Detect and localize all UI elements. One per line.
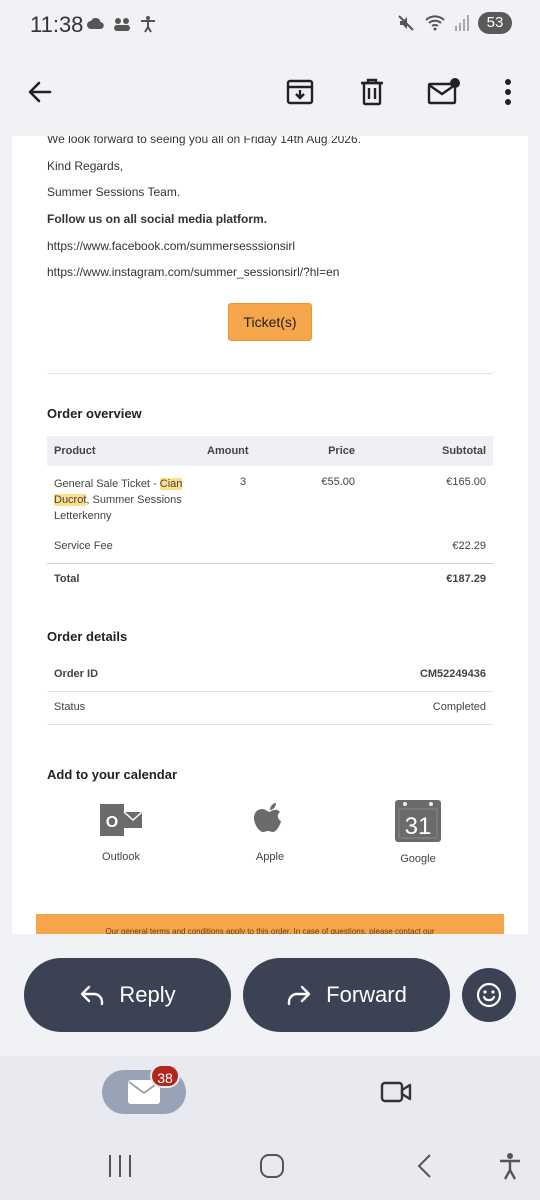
google-calendar-icon: 31 [395,800,441,842]
row-divider [47,724,493,725]
product-name-highlight: Cian [159,478,183,490]
calendar-apple[interactable]: Apple [230,800,310,863]
service-fee-label: Service Fee [54,540,113,552]
notification-icons [86,14,158,34]
team-line: Summer Sessions Team. [47,185,181,199]
meet-tab[interactable] [378,1074,414,1110]
order-table-header: Product Amount Price Subtotal [47,436,493,466]
reply-label: Reply [119,982,176,1007]
total-divider [47,563,493,564]
top-app-bar [0,50,540,136]
table-row: General Sale Ticket - Cian Ducrot, Summer… [47,474,493,530]
product-prefix: General Sale Ticket - [54,478,160,490]
reply-button[interactable]: Reply [24,958,231,1032]
back-nav-button[interactable] [404,1148,444,1184]
order-id-value: CM52249436 [419,668,486,680]
row-divider [47,691,493,692]
outlook-icon: O [100,804,143,836]
archive-button[interactable] [278,70,322,114]
mute-icon [398,15,414,31]
instagram-link[interactable]: https://www.instagram.com/summer_session… [47,265,339,279]
status-bar: 11:38 53 [0,0,540,50]
system-indicators: 53 [396,12,512,34]
order-id-label: Order ID [54,668,99,680]
bottom-navigation: 38 [0,1056,540,1130]
cloud-icon [87,17,104,30]
calendar-title: Add to your calendar [47,767,178,782]
follow-line: Follow us on all social media platform. [47,212,268,226]
table-row: Total €187.29 [47,569,493,595]
mark-unread-button[interactable] [422,70,466,114]
forward-button[interactable]: Forward [243,958,450,1032]
col-product: Product [54,445,96,457]
forward-icon [287,985,311,1006]
col-price: Price [328,445,355,457]
home-button[interactable] [252,1148,292,1184]
wifi-icon [425,15,445,31]
email-body: We look forward to seeing you all on Fri… [12,136,528,934]
apple-icon [254,803,281,832]
emoji-reaction-button[interactable] [462,968,516,1022]
product-suffix: , Summer Sessions [86,494,182,506]
signal-icon [455,15,469,31]
arrow-back-icon [28,81,52,103]
video-camera-icon [380,1081,412,1103]
archive-icon [286,79,314,105]
order-details-title: Order details [47,629,128,644]
col-amount: Amount [207,445,249,457]
smiley-icon [476,982,502,1008]
closing-line: We look forward to seeing you all on Fri… [47,136,361,146]
calendar-apple-label: Apple [255,851,285,863]
accessibility-icon [500,1153,520,1180]
amount-cell: 3 [240,476,247,488]
table-row: Status Completed [47,693,493,723]
status-time: 11:38 [30,12,84,37]
facebook-link[interactable]: https://www.facebook.com/summersesssions… [47,239,295,253]
recent-apps-button[interactable] [100,1148,140,1184]
unread-count-badge: 38 [150,1064,180,1088]
status-value: Completed [432,701,486,713]
battery-indicator: 53 [478,12,512,34]
product-cell: General Sale Ticket - Cian Ducrot, Summer… [54,476,194,524]
calendar-google-label: Google [400,853,436,865]
more-vert-icon [505,79,511,105]
trash-icon [361,78,383,106]
table-row: Order ID CM52249436 [47,660,493,690]
chevron-left-icon [417,1154,431,1178]
calendar-google[interactable]: 31 Google [378,800,458,865]
status-label: Status [54,701,86,713]
home-icon [260,1154,284,1178]
order-overview-title: Order overview [47,406,142,421]
calendar-outlook-label: Outlook [102,851,140,863]
subtotal-cell: €165.00 [446,476,486,488]
group-icon [114,18,130,31]
service-fee-value: €22.29 [452,540,486,552]
divider [47,373,493,374]
accessibility-button[interactable] [490,1148,530,1184]
svg-text:O: O [106,814,118,831]
accessibility-status-icon [141,16,155,33]
price-cell: €55.00 [321,476,355,488]
regards-line: Kind Regards, [47,159,124,173]
product-location: Letterkenny [54,510,112,522]
delete-button[interactable] [350,70,394,114]
col-subtotal: Subtotal [442,445,486,457]
back-button[interactable] [18,70,62,114]
calendar-outlook[interactable]: O Outlook [81,800,161,863]
calendar-day-number: 31 [405,813,432,840]
reply-icon [81,985,104,1006]
mail-unread-icon [427,78,460,105]
forward-label: Forward [326,982,407,1007]
total-value: €187.29 [446,573,486,585]
recent-apps-icon [109,1155,131,1177]
table-row: Service Fee €22.29 [47,536,493,562]
more-options-button[interactable] [486,70,530,114]
total-label: Total [54,573,80,585]
system-navigation-bar [0,1130,540,1200]
email-inner: We look forward to seeing you all on Fri… [47,136,493,934]
terms-footer: Our general terms and conditions apply t… [36,914,504,934]
tickets-button[interactable]: Ticket(s) [228,303,312,341]
product-name-highlight-2: Ducrot [54,494,87,506]
